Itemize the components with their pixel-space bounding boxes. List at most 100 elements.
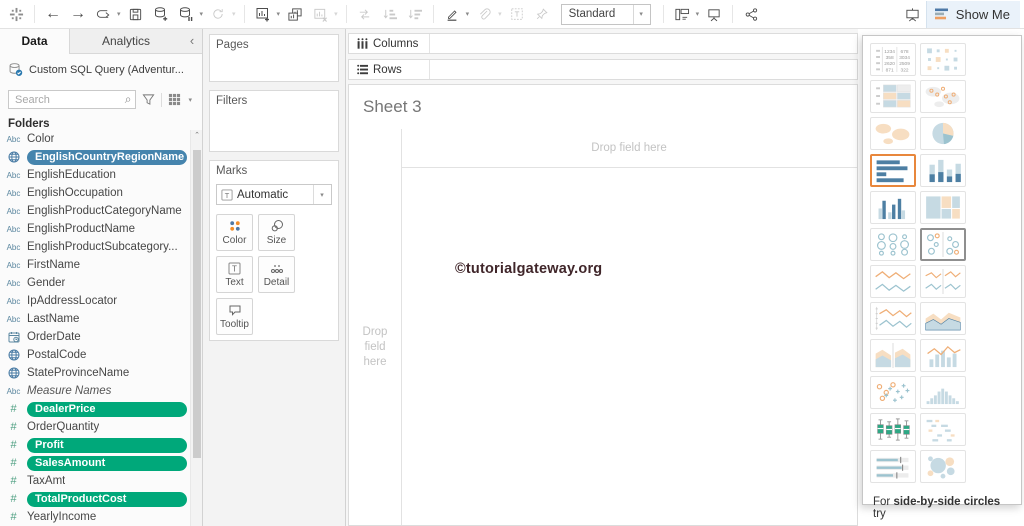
showme-histogram[interactable] xyxy=(920,376,966,409)
showme-filled-maps[interactable] xyxy=(870,117,916,150)
field-row-lastname[interactable]: AbcLastName xyxy=(0,310,190,328)
fit-selector[interactable]: Standard ▾ xyxy=(561,4,651,25)
presentation-mode-button[interactable] xyxy=(702,1,726,27)
search-box[interactable]: ⌕ xyxy=(8,90,136,109)
share-button[interactable] xyxy=(739,1,763,27)
filters-shelf[interactable]: Filters xyxy=(209,90,339,152)
pause-updates-button[interactable] xyxy=(174,1,198,27)
marks-size-button[interactable]: Size xyxy=(258,214,295,251)
view-options-caret[interactable]: ▾ xyxy=(188,96,192,104)
showme-dual-combination[interactable] xyxy=(920,339,966,372)
datasource-row[interactable]: Custom SQL Query (Adventur... xyxy=(0,54,202,83)
field-row-yearlyincome[interactable]: #YearlyIncome xyxy=(0,508,190,526)
show-me-icon xyxy=(935,8,950,20)
highlight-caret[interactable]: ▾ xyxy=(466,10,470,18)
mark-type-value: Automatic xyxy=(237,189,313,201)
field-row-gender[interactable]: AbcGender xyxy=(0,274,190,292)
field-row-firstname[interactable]: AbcFirstName xyxy=(0,256,190,274)
abc-icon: Abc xyxy=(7,315,21,324)
showme-scatter-plots[interactable] xyxy=(870,376,916,409)
view-options-icon[interactable] xyxy=(168,93,181,106)
pages-label: Pages xyxy=(216,39,249,51)
field-row-dealerprice[interactable]: #DealerPrice xyxy=(0,400,190,418)
showme-horizontal-bars[interactable] xyxy=(870,154,916,187)
field-row-measure-names[interactable]: AbcMeasure Names xyxy=(0,382,190,400)
pages-shelf[interactable]: Pages xyxy=(209,34,339,82)
showme-continuous-lines[interactable] xyxy=(870,265,916,298)
marks-tooltip-button[interactable]: Tooltip xyxy=(216,298,253,335)
marks-color-button[interactable]: Color xyxy=(216,214,253,251)
showme-discrete-area[interactable] xyxy=(870,339,916,372)
undo-button[interactable]: ← xyxy=(41,1,65,27)
showme-continuous-area[interactable] xyxy=(920,302,966,335)
save-button[interactable] xyxy=(124,1,148,27)
new-datasource-button[interactable] xyxy=(149,1,173,27)
showme-side-by-side-circles[interactable] xyxy=(920,228,966,261)
field-row-salesamount[interactable]: #SalesAmount xyxy=(0,454,190,472)
field-row-ipaddresslocator[interactable]: AbcIpAddressLocator xyxy=(0,292,190,310)
marks-detail-button[interactable]: Detail xyxy=(258,256,295,293)
tab-analytics[interactable]: Analytics xyxy=(70,28,182,54)
pause-updates-caret[interactable]: ▾ xyxy=(200,10,204,18)
field-pill[interactable]: SalesAmount xyxy=(27,456,187,471)
field-label: TaxAmt xyxy=(27,475,65,487)
fields-scrollbar[interactable]: ⌃ xyxy=(190,130,202,526)
showme-box-and-whisker[interactable] xyxy=(870,413,916,446)
field-row-orderdate[interactable]: OrderDate xyxy=(0,328,190,346)
search-input[interactable] xyxy=(13,93,125,107)
new-worksheet-caret[interactable]: ▾ xyxy=(277,10,281,18)
replay-button[interactable] xyxy=(91,1,115,27)
field-row-englishoccupation[interactable]: AbcEnglishOccupation xyxy=(0,184,190,202)
field-row-taxamt[interactable]: #TaxAmt xyxy=(0,472,190,490)
tab-data[interactable]: Data xyxy=(0,28,70,54)
showme-gantt[interactable] xyxy=(920,413,966,446)
rows-shelf[interactable]: Rows xyxy=(348,59,858,80)
worksheet-cards-button[interactable] xyxy=(901,1,925,27)
scrollbar-thumb[interactable] xyxy=(193,150,201,458)
field-row-englishproductname[interactable]: AbcEnglishProductName xyxy=(0,220,190,238)
field-row-profit[interactable]: #Profit xyxy=(0,436,190,454)
field-row-englishproductcategoryname[interactable]: AbcEnglishProductCategoryName xyxy=(0,202,190,220)
show-me-button[interactable]: Show Me xyxy=(926,1,1020,28)
field-row-englisheducation[interactable]: AbcEnglishEducation xyxy=(0,166,190,184)
drop-zone-top[interactable]: Drop field here xyxy=(401,129,857,167)
redo-button[interactable]: → xyxy=(66,1,90,27)
duplicate-sheet-button[interactable] xyxy=(283,1,307,27)
field-row-orderquantity[interactable]: #OrderQuantity xyxy=(0,418,190,436)
collapse-pane-icon[interactable]: ‹ xyxy=(182,28,202,54)
showme-pie-charts[interactable] xyxy=(920,117,966,150)
showme-highlight-tables[interactable] xyxy=(870,80,916,113)
field-pill[interactable]: Profit xyxy=(27,438,187,453)
drop-zone-left[interactable]: Drop field here xyxy=(349,325,401,370)
columns-shelf[interactable]: Columns xyxy=(348,33,858,54)
field-row-englishcountryregionname[interactable]: EnglishCountryRegionName xyxy=(0,148,190,166)
marks-text-button[interactable]: TText xyxy=(216,256,253,293)
showme-heat-maps[interactable] xyxy=(920,43,966,76)
showme-packed-bubbles[interactable] xyxy=(920,450,966,483)
show-mark-labels-caret[interactable]: ▾ xyxy=(696,10,700,18)
showme-side-by-side-bars[interactable] xyxy=(870,191,916,224)
filter-fields-icon[interactable] xyxy=(142,93,155,106)
showme-circle-views[interactable] xyxy=(870,228,916,261)
field-row-color[interactable]: AbcColor xyxy=(0,130,190,148)
showme-dual-lines[interactable] xyxy=(870,302,916,335)
field-row-englishproductsubcategory-[interactable]: AbcEnglishProductSubcategory... xyxy=(0,238,190,256)
field-pill[interactable]: TotalProductCost xyxy=(27,492,187,507)
replay-caret[interactable]: ▾ xyxy=(117,10,121,18)
field-row-totalproductcost[interactable]: #TotalProductCost xyxy=(0,490,190,508)
scroll-up-icon[interactable]: ⌃ xyxy=(191,131,203,139)
field-row-postalcode[interactable]: PostalCode xyxy=(0,346,190,364)
mark-type-dropdown[interactable]: T Automatic ▾ xyxy=(216,184,332,205)
highlight-button[interactable] xyxy=(440,1,464,27)
showme-treemaps[interactable] xyxy=(920,191,966,224)
field-pill[interactable]: DealerPrice xyxy=(27,402,187,417)
show-mark-labels-button[interactable] xyxy=(670,1,694,27)
showme-text-tables[interactable]: 1234678358303426202509871322 xyxy=(870,43,916,76)
field-pill[interactable]: EnglishCountryRegionName xyxy=(27,150,187,165)
showme-symbol-maps[interactable] xyxy=(920,80,966,113)
showme-bullet-graphs[interactable] xyxy=(870,450,916,483)
showme-stacked-bars[interactable] xyxy=(920,154,966,187)
showme-discrete-lines[interactable] xyxy=(920,265,966,298)
field-row-stateprovincename[interactable]: StateProvinceName xyxy=(0,364,190,382)
new-worksheet-button[interactable] xyxy=(251,1,275,27)
